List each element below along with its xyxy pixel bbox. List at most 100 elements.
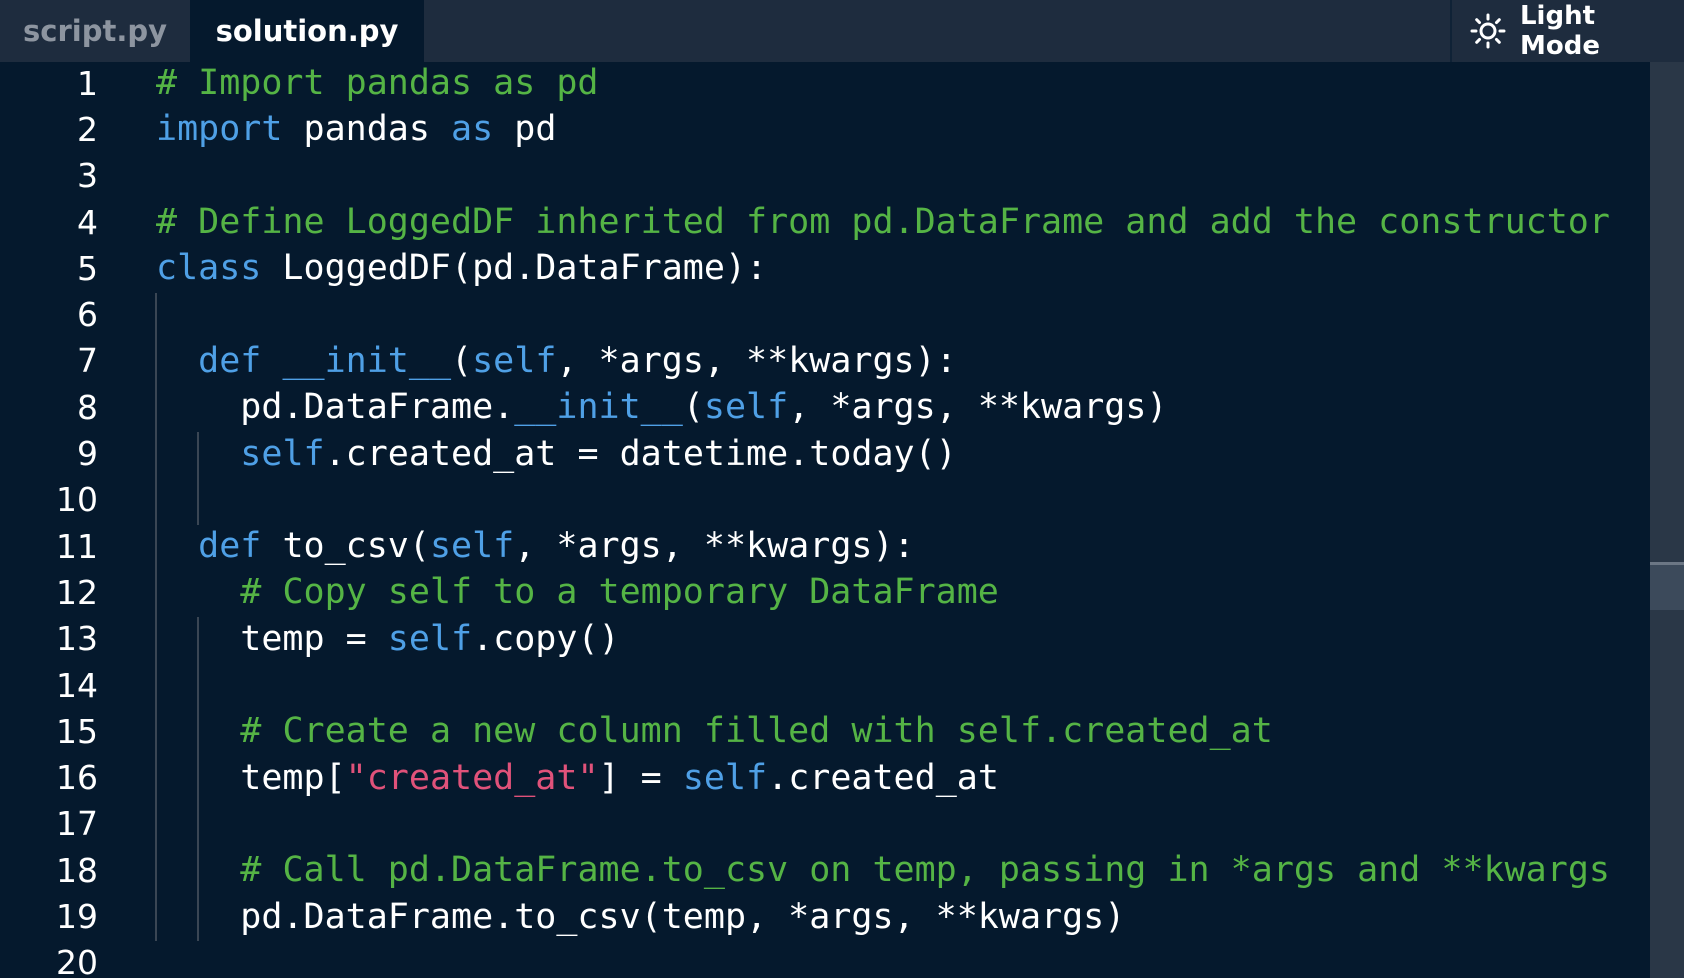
code-line[interactable]: 3 <box>0 153 1650 199</box>
code-text: class LoggedDF(pd.DataFrame): <box>156 248 767 288</box>
tab-solution-py[interactable]: solution.py <box>190 0 424 62</box>
code-token: pd.DataFrame.to_csv(temp, *args, **kwarg… <box>156 896 1126 937</box>
vertical-scrollbar[interactable] <box>1650 62 1684 978</box>
line-number: 6 <box>77 295 98 335</box>
code-line[interactable]: 9 self.created_at = datetime.today() <box>0 430 1650 476</box>
code-token: # Call pd.DataFrame.to_csv on temp, pass… <box>240 850 1610 891</box>
code-token: pd.DataFrame. <box>156 387 515 428</box>
code-token: self <box>240 433 325 474</box>
code-token: # Define LoggedDF inherited from pd.Data… <box>156 202 1610 243</box>
line-number: 13 <box>56 619 98 659</box>
line-number: 5 <box>77 248 98 288</box>
code-token: pd <box>493 109 557 150</box>
scrollbar-thumb[interactable] <box>1650 562 1684 610</box>
line-number: 3 <box>77 156 98 196</box>
code-token: as <box>451 109 494 150</box>
code-token: temp = <box>156 618 388 659</box>
code-editor: script.py solution.py Light Mode 1 # Imp… <box>0 0 1684 978</box>
code-token: __init__ <box>282 340 452 381</box>
line-number: 18 <box>56 850 98 890</box>
code-text: # Import pandas as pd <box>156 63 599 103</box>
line-number: 10 <box>56 480 98 520</box>
line-number: 9 <box>77 434 98 474</box>
code-line[interactable]: 4 # Define LoggedDF inherited from pd.Dat… <box>0 199 1650 245</box>
code-line[interactable]: 17 <box>0 801 1650 847</box>
code-token: temp[ <box>156 757 346 798</box>
code-token: .created_at = datetime.today() <box>324 433 957 474</box>
code-line[interactable]: 5 class LoggedDF(pd.DataFrame): <box>0 245 1650 291</box>
code-token: self <box>682 757 768 798</box>
code-token: self <box>472 340 557 381</box>
code-token: "created_at" <box>345 757 599 798</box>
line-number: 19 <box>56 897 98 937</box>
code-line[interactable]: 7 def __init__(self, *args, **kwargs): <box>0 338 1650 384</box>
code-token: pandas <box>282 109 452 150</box>
code-line[interactable]: 11 def to_csv(self, *args, **kwargs): <box>0 523 1650 569</box>
code-token: ( <box>682 387 704 428</box>
code-line[interactable]: 15 # Create a new column filled with sel… <box>0 708 1650 754</box>
code-line[interactable]: 19 pd.DataFrame.to_csv(temp, *args, **kw… <box>0 893 1650 939</box>
code-line[interactable]: 2 import pandas as pd <box>0 106 1650 152</box>
code-token: __init__ <box>514 387 683 428</box>
code-token: , *args, **kwargs) <box>788 387 1168 428</box>
tab-bar: script.py solution.py Light Mode <box>0 0 1684 62</box>
line-number: 15 <box>56 711 98 751</box>
code-token: .copy() <box>472 618 620 659</box>
line-number: 4 <box>77 202 98 242</box>
code-text: # Create a new column filled with self.c… <box>156 711 1273 751</box>
code-token: class <box>156 248 262 289</box>
code-line[interactable]: 6 <box>0 292 1650 338</box>
code-line[interactable]: 10 <box>0 477 1650 523</box>
tab-script-py[interactable]: script.py <box>0 0 190 62</box>
code-token: # Create a new column filled with self.c… <box>240 711 1273 752</box>
code-text: def __init__(self, *args, **kwargs): <box>156 341 957 381</box>
code-token: # Import pandas as pd <box>156 63 599 104</box>
code-text: pd.DataFrame.to_csv(temp, *args, **kwarg… <box>156 897 1125 937</box>
code-token: import <box>156 109 283 150</box>
line-number: 7 <box>77 341 98 381</box>
code-token: # Copy self to a temporary DataFrame <box>240 572 999 613</box>
code-line[interactable]: 20 <box>0 940 1650 978</box>
code-token: self <box>703 387 789 428</box>
code-text: # Copy self to a temporary DataFrame <box>156 572 999 612</box>
code-token: self <box>387 618 473 659</box>
code-line[interactable]: 13 temp = self.copy() <box>0 616 1650 662</box>
code-text: pd.DataFrame.__init__(self, *args, **kwa… <box>156 387 1167 427</box>
line-number: 11 <box>56 526 98 566</box>
code-token: def <box>198 526 262 567</box>
code-token: ( <box>451 340 473 381</box>
light-mode-label: Light Mode <box>1519 1 1600 61</box>
light-mode-toggle[interactable]: Light Mode <box>1452 0 1684 62</box>
code-token: self <box>429 526 515 567</box>
code-line[interactable]: 18 # Call pd.DataFrame.to_csv on temp, p… <box>0 847 1650 893</box>
code-text: # Call pd.DataFrame.to_csv on temp, pass… <box>156 850 1610 890</box>
code-area[interactable]: 1 # Import pandas as pd 2 import pandas as … <box>0 62 1650 978</box>
code-line[interactable]: 12 # Copy self to a temporary DataFrame <box>0 569 1650 615</box>
code-token: LoggedDF(pd.DataFrame): <box>261 248 768 289</box>
code-text: temp["created_at"] = self.created_at <box>156 758 999 798</box>
line-number: 12 <box>56 572 98 612</box>
line-number: 8 <box>77 387 98 427</box>
code-token: ] = <box>598 757 683 798</box>
line-number: 2 <box>77 109 98 149</box>
code-token: to_csv( <box>261 526 430 567</box>
line-number: 20 <box>56 943 98 978</box>
line-number: 16 <box>56 758 98 798</box>
code-line[interactable]: 16 temp["created_at"] = self.created_at <box>0 755 1650 801</box>
code-text: # Define LoggedDF inherited from pd.Data… <box>156 202 1610 242</box>
code-token: .created_at <box>767 757 999 798</box>
code-line[interactable]: 14 <box>0 662 1650 708</box>
code-text: def to_csv(self, *args, **kwargs): <box>156 526 914 567</box>
code-line[interactable]: 1 # Import pandas as pd <box>0 62 1650 106</box>
line-number: 1 <box>77 63 98 103</box>
code-line[interactable]: 8 pd.DataFrame.__init__(self, *args, **k… <box>0 384 1650 430</box>
line-number: 17 <box>56 804 98 844</box>
code-token: def <box>198 340 262 381</box>
